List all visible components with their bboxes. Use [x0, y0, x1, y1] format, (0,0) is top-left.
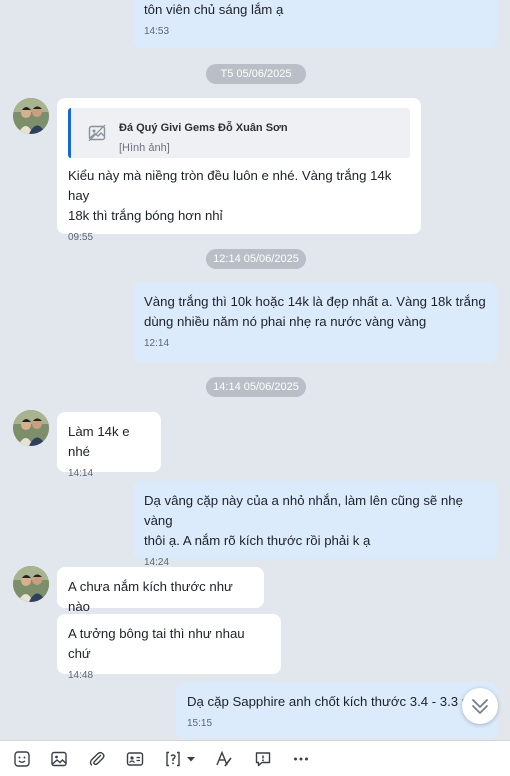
message-text: Dạ cặp Sapphire anh chốt kích thước 3.4 … — [187, 694, 473, 709]
avatar[interactable] — [13, 566, 49, 602]
reply-label: [Hình ảnh] — [119, 142, 170, 154]
message-time: 14:53 — [144, 26, 170, 37]
message-time: 15:15 — [187, 718, 213, 729]
date-separator: 12:14 05/06/2025 — [206, 249, 306, 269]
reply-sender: Đá Quý Givi Gems Đỗ Xuân Sơn — [119, 122, 288, 134]
sticker-icon[interactable] — [12, 749, 32, 769]
avatar[interactable] — [13, 98, 49, 134]
avatar-image — [13, 566, 49, 602]
double-chevron-down-icon — [472, 699, 488, 714]
attachment-icon[interactable] — [87, 749, 107, 769]
message-outgoing[interactable]: Dạ cặp Sapphire anh chốt kích thước 3.4 … — [176, 682, 497, 738]
message-time: 14:14 — [68, 468, 94, 479]
message-text: Dạ vâng cặp này của a nhỏ nhắn, làm lên … — [144, 493, 463, 548]
message-text: tôn viên chủ sáng lắm ạ — [144, 2, 284, 17]
chat-area[interactable]: tôn viên chủ sáng lắm ạ 14:53 T5 05/06/2… — [0, 0, 510, 740]
message-text: Vàng trắng thì 10k hoặc 14k là đẹp nhất … — [144, 294, 486, 329]
message-outgoing[interactable]: Dạ vâng cặp này của a nhỏ nhắn, làm lên … — [133, 481, 497, 568]
reminder-icon[interactable] — [253, 749, 273, 769]
message-incoming[interactable]: Làm 14k e nhé 14:14 — [57, 412, 161, 479]
avatar-image — [13, 98, 49, 134]
image-icon — [87, 123, 107, 143]
message-text: Kiểu này mà niềng tròn đều luôn e nhé. V… — [68, 168, 392, 223]
avatar[interactable] — [13, 410, 49, 446]
message-outgoing[interactable]: Vàng trắng thì 10k hoặc 14k là đẹp nhất … — [133, 282, 497, 362]
chevron-down-icon[interactable] — [184, 749, 198, 769]
message-incoming[interactable]: Đá Quý Givi Gems Đỗ Xuân Sơn [Hình ảnh] … — [57, 98, 421, 243]
avatar-image — [13, 410, 49, 446]
message-time: 12:14 — [144, 338, 170, 349]
date-separator: T5 05/06/2025 — [206, 64, 306, 84]
message-outgoing[interactable]: tôn viên chủ sáng lắm ạ 14:53 — [133, 0, 497, 48]
message-incoming[interactable]: A chưa nắm kích thước như nào — [57, 567, 264, 614]
message-incoming[interactable]: A tưởng bông tai thì như nhau chứ 14:48 — [57, 614, 281, 681]
quick-message-icon[interactable] — [163, 749, 183, 769]
composer-toolbar — [0, 740, 510, 776]
contact-card-icon[interactable] — [125, 749, 145, 769]
quoted-reply[interactable]: Đá Quý Givi Gems Đỗ Xuân Sơn [Hình ảnh] — [68, 108, 410, 158]
scroll-to-bottom-button[interactable] — [462, 688, 498, 724]
image-icon[interactable] — [49, 749, 69, 769]
message-text: A chưa nắm kích thước như nào — [68, 579, 233, 614]
message-time: 09:55 — [68, 232, 94, 243]
more-icon[interactable] — [291, 749, 311, 769]
message-text: A tưởng bông tai thì như nhau chứ — [68, 626, 245, 661]
message-time: 14:48 — [68, 670, 94, 681]
format-text-icon[interactable] — [214, 749, 234, 769]
date-separator: 14:14 05/06/2025 — [206, 377, 306, 397]
message-text: Làm 14k e nhé — [68, 424, 130, 459]
